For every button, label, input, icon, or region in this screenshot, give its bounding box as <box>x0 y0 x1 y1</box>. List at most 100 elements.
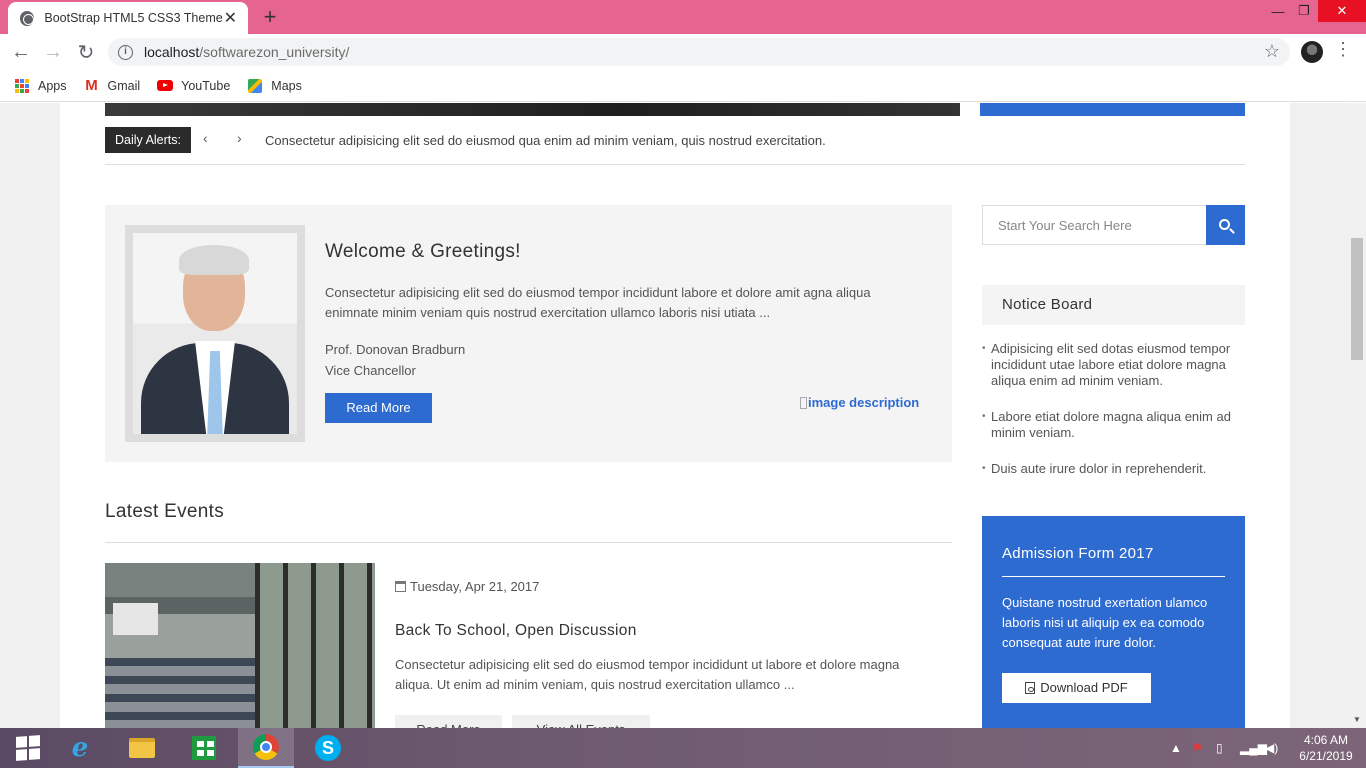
welcome-role: Vice Chancellor <box>325 363 416 378</box>
browser-toolbar: ← → ↻ i localhost/softwarezon_university… <box>0 34 1366 70</box>
gmail-icon: M <box>85 77 98 94</box>
globe-icon <box>20 10 35 26</box>
taskbar-file-explorer[interactable] <box>114 728 170 768</box>
notice-item[interactable]: Duis aute irure dolor in reprehenderit. <box>982 461 1245 477</box>
page-viewport: Daily Alerts: ‹ › Consectetur adipisicin… <box>0 103 1366 728</box>
maps-icon <box>247 78 263 94</box>
broken-image-link[interactable]: image description <box>800 395 919 410</box>
view-all-events-button[interactable]: View All Events <box>512 715 650 728</box>
page-container: Daily Alerts: ‹ › Consectetur adipisicin… <box>60 103 1290 728</box>
browser-tab-strip: BootStrap HTML5 CSS3 Theme ✕ + — ❐ ✕ <box>0 0 1366 34</box>
event-text: Consectetur adipisicing elit sed do eius… <box>395 657 900 692</box>
alert-text[interactable]: Consectetur adipisicing elit sed do eius… <box>265 133 826 148</box>
notice-item[interactable]: Adipisicing elit sed dotas eiusmod tempo… <box>982 341 1245 389</box>
youtube-icon <box>157 78 174 94</box>
minimize-button[interactable]: — <box>1266 0 1290 22</box>
divider <box>105 542 952 543</box>
hero-slider-bottom <box>105 103 960 116</box>
volume-icon[interactable]: ◀) <box>1265 728 1278 768</box>
maximize-button[interactable]: ❐ <box>1292 0 1316 22</box>
tab-close-icon[interactable]: ✕ <box>223 8 238 28</box>
alert-prev-icon[interactable]: ‹ <box>203 130 208 146</box>
store-icon <box>192 736 216 760</box>
bookmark-star-icon[interactable]: ☆ <box>1264 41 1280 62</box>
bookmark-youtube[interactable]: YouTube <box>157 78 230 94</box>
taskbar-chrome[interactable] <box>238 728 294 768</box>
admission-title: Admission Form 2017 <box>1002 545 1154 562</box>
bookmark-label: Gmail <box>107 78 141 93</box>
bookmark-label: YouTube <box>181 78 231 93</box>
network-signal-icon[interactable]: ▂▄▆ <box>1240 728 1267 768</box>
profile-avatar[interactable] <box>1301 41 1323 63</box>
event-image[interactable] <box>105 563 375 728</box>
windows-logo-icon <box>16 735 40 761</box>
image-alt-text: image description <box>808 395 920 410</box>
daily-alerts-label: Daily Alerts: <box>105 127 191 153</box>
internet-explorer-icon: e <box>71 733 89 763</box>
back-button[interactable]: ← <box>8 39 34 65</box>
close-window-button[interactable]: ✕ <box>1318 0 1366 22</box>
hero-side-panel-bottom <box>980 103 1245 116</box>
event-date-text: Tuesday, Apr 21, 2017 <box>410 579 540 594</box>
search-icon <box>1219 218 1230 230</box>
notice-item[interactable]: Labore etiat dolore magna aliqua enim ad… <box>982 409 1245 441</box>
scrollbar-thumb[interactable] <box>1351 238 1363 360</box>
search-button[interactable] <box>1206 205 1245 245</box>
bookmark-gmail[interactable]: M Gmail <box>84 77 141 94</box>
taskbar-clock[interactable]: 4:06 AM 6/21/2019 <box>1296 732 1356 764</box>
page-scrollbar[interactable]: ▼ <box>1349 103 1366 728</box>
forward-button[interactable]: → <box>40 39 66 65</box>
welcome-title: Welcome & Greetings! <box>325 241 521 262</box>
address-bar[interactable]: i localhost/softwarezon_university/ ☆ <box>108 38 1290 66</box>
taskbar-store[interactable] <box>176 728 232 768</box>
alert-next-icon[interactable]: › <box>237 130 242 146</box>
download-pdf-button[interactable]: Download PDF <box>1002 673 1151 703</box>
welcome-text: Consectetur adipisicing elit sed do eius… <box>325 285 871 320</box>
taskbar-internet-explorer[interactable]: e <box>52 728 108 768</box>
calendar-icon <box>395 581 406 592</box>
welcome-read-more-button[interactable]: Read More <box>325 393 432 423</box>
reload-button[interactable]: ↻ <box>73 39 99 65</box>
chancellor-portrait <box>125 225 305 442</box>
divider <box>1002 576 1225 577</box>
daily-alerts-bar: Daily Alerts: ‹ › Consectetur adipisicin… <box>105 127 1245 165</box>
event-read-more-button[interactable]: Read More <box>395 715 502 728</box>
bookmark-label: Apps <box>38 78 67 93</box>
search-input[interactable] <box>983 206 1205 244</box>
apps-grid-icon <box>14 78 30 94</box>
url-host: localhost <box>144 44 200 60</box>
folder-icon <box>129 738 155 758</box>
broken-image-icon <box>800 396 807 409</box>
browser-tab[interactable]: BootStrap HTML5 CSS3 Theme ✕ <box>8 2 248 34</box>
admission-panel: Admission Form 2017 Quistane nostrud exe… <box>982 516 1245 728</box>
scroll-down-arrow-icon[interactable]: ▼ <box>1353 715 1361 724</box>
taskbar-skype[interactable]: S <box>300 728 356 768</box>
clock-date: 6/21/2019 <box>1299 749 1353 763</box>
search-box <box>982 205 1245 245</box>
tab-title: BootStrap HTML5 CSS3 Theme <box>44 11 223 25</box>
windows-taskbar: e S ▲ ⚑ ▯ ▂▄▆ ◀) 4:06 AM 6/21/2019 <box>0 728 1366 768</box>
action-center-flag-icon[interactable]: ⚑ <box>1192 728 1203 768</box>
admission-text: Quistane nostrud exertation ulamco labor… <box>1002 595 1208 650</box>
event-date: Tuesday, Apr 21, 2017 <box>395 579 539 594</box>
bookmark-apps[interactable]: Apps <box>14 78 67 94</box>
tray-overflow-icon[interactable]: ▲ <box>1170 728 1182 768</box>
notice-board-title: Notice Board <box>982 285 1245 325</box>
clock-time: 4:06 AM <box>1303 733 1349 747</box>
info-icon[interactable]: i <box>118 44 133 60</box>
pdf-icon <box>1025 682 1036 694</box>
latest-events-heading: Latest Events <box>105 501 225 522</box>
device-icon[interactable]: ▯ <box>1216 728 1223 768</box>
event-title[interactable]: Back To School, Open Discussion <box>395 622 637 640</box>
bookmark-maps[interactable]: Maps <box>247 78 302 94</box>
start-button[interactable] <box>0 728 56 768</box>
download-pdf-label: Download PDF <box>1040 680 1128 695</box>
bookmark-label: Maps <box>271 78 302 93</box>
welcome-section: Welcome & Greetings! Consectetur adipisi… <box>105 205 952 462</box>
menu-kebab-icon[interactable]: ⋮ <box>1334 39 1352 60</box>
bookmarks-bar: Apps M Gmail YouTube Maps <box>0 70 1366 102</box>
skype-icon: S <box>315 735 341 761</box>
url-path: /softwarezon_university/ <box>199 44 350 60</box>
new-tab-button[interactable]: + <box>258 4 282 30</box>
notice-list: Adipisicing elit sed dotas eiusmod tempo… <box>982 341 1245 497</box>
